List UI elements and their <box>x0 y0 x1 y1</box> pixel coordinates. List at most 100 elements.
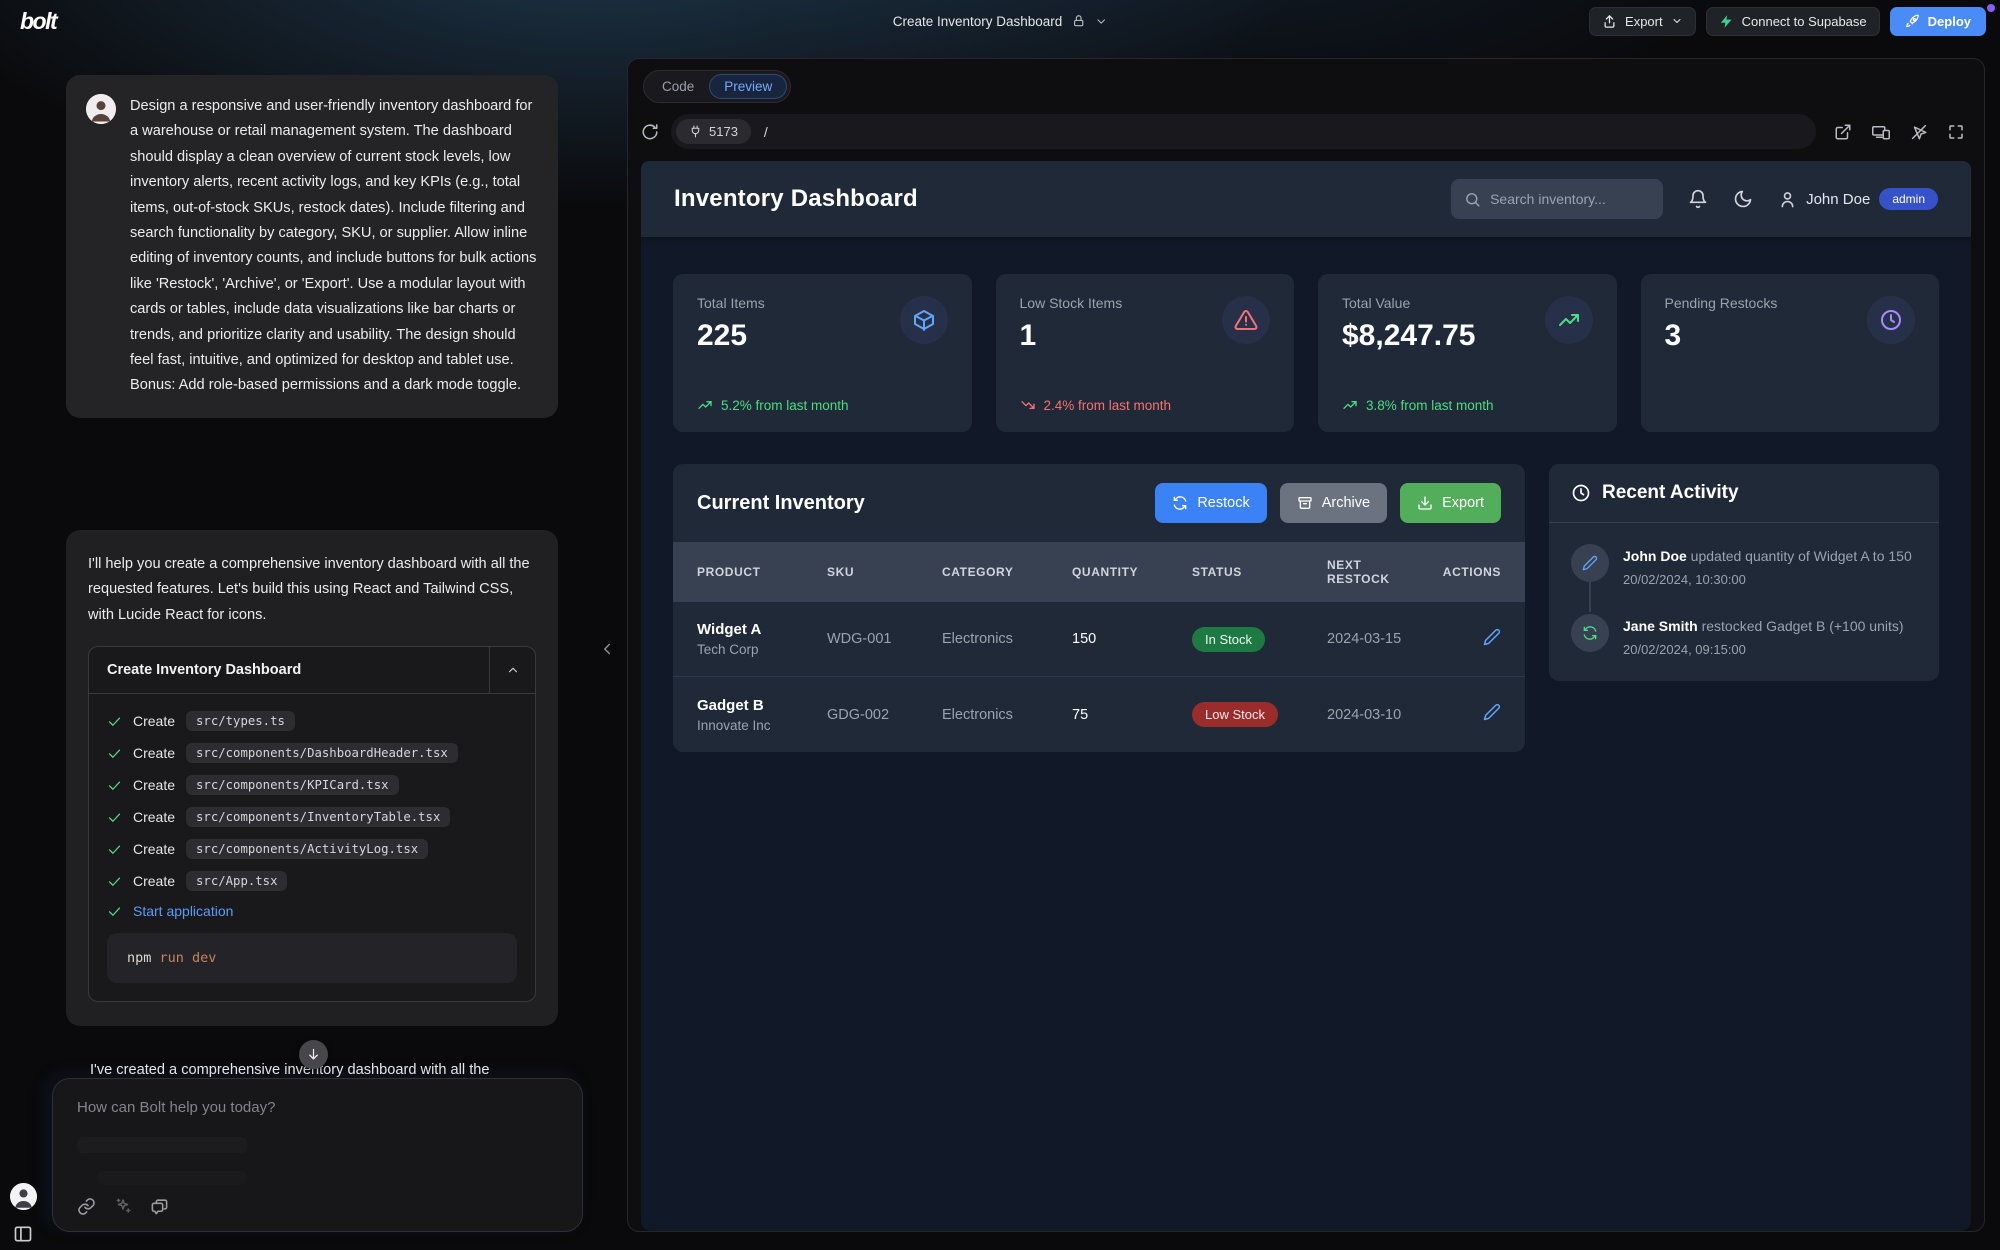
file-chip[interactable]: src/components/InventoryTable.tsx <box>186 807 450 827</box>
pencil-icon <box>1571 544 1609 582</box>
scroll-to-bottom-button[interactable] <box>299 1040 328 1069</box>
link-icon[interactable] <box>77 1197 96 1216</box>
inventory-row: Widget A Tech Corp WDG-001 Electronics 1… <box>673 602 1525 677</box>
supabase-bolt-icon <box>1719 14 1734 29</box>
assistant-message-card: I'll help you create a comprehensive inv… <box>66 530 558 1026</box>
file-create-row: Create src/types.ts <box>107 711 517 731</box>
edit-pencil-icon[interactable] <box>1483 703 1501 721</box>
trend-up-icon <box>1342 397 1358 413</box>
bolt-logo[interactable]: bolt <box>20 8 56 35</box>
file-chip[interactable]: src/types.ts <box>186 711 295 731</box>
url-input[interactable]: 5173 / <box>671 114 1816 149</box>
timeline-connector <box>1589 582 1591 612</box>
clock-icon <box>1867 296 1915 344</box>
file-chip[interactable]: src/App.tsx <box>186 871 287 891</box>
file-chip[interactable]: src/components/DashboardHeader.tsx <box>186 743 458 763</box>
devices-icon[interactable] <box>1871 123 1891 141</box>
file-create-row: Create src/components/InventoryTable.tsx <box>107 807 517 827</box>
chevron-down-icon <box>1671 15 1683 27</box>
reload-icon[interactable] <box>641 123 659 141</box>
collapse-panel-chevron[interactable] <box>598 640 616 658</box>
recent-activity-card: Recent Activity John Doe updated quantit… <box>1549 464 1939 681</box>
chat-input-box[interactable] <box>52 1078 583 1232</box>
connect-supabase-button[interactable]: Connect to Supabase <box>1706 7 1880 36</box>
quantity-value[interactable]: 75 <box>1072 707 1192 723</box>
inventory-table-header: Product SKU Category Quantity Status Nex… <box>673 542 1525 602</box>
search-input[interactable] <box>1490 191 1640 207</box>
inventory-search[interactable] <box>1451 179 1663 219</box>
user-menu[interactable]: John Doe admin <box>1778 188 1938 210</box>
sidebar-toggle-icon[interactable] <box>13 1224 33 1244</box>
refresh-icon <box>1172 495 1188 511</box>
clock-icon <box>1571 483 1591 503</box>
top-bar: bolt Create Inventory Dashboard Export C… <box>0 0 2000 42</box>
open-external-icon[interactable] <box>1834 123 1852 141</box>
arrow-down-icon <box>306 1047 321 1062</box>
deploy-button[interactable]: Deploy <box>1890 7 1986 36</box>
ghost-text <box>97 1171 247 1185</box>
inventory-row: Gadget B Innovate Inc GDG-002 Electronic… <box>673 677 1525 752</box>
check-icon <box>107 746 122 761</box>
inventory-title: Current Inventory <box>697 492 865 515</box>
build-actions-title: Create Inventory Dashboard <box>89 647 489 693</box>
project-title: Create Inventory Dashboard <box>893 14 1063 29</box>
user-message-card: Design a responsive and user-friendly in… <box>66 75 558 418</box>
fullscreen-icon[interactable] <box>1947 123 1965 141</box>
start-application-link[interactable]: Start application <box>107 903 517 919</box>
chat-input[interactable] <box>77 1099 547 1116</box>
assistant-intro-text: I'll help you create a comprehensive inv… <box>88 552 536 628</box>
role-badge: admin <box>1879 188 1938 210</box>
kpi-card-pending-restocks: Pending Restocks 3 <box>1641 274 1940 432</box>
project-title-menu[interactable]: Create Inventory Dashboard <box>893 0 1108 42</box>
workbench-panel: Code Preview 5173 / Inventory Dashboard <box>627 58 1985 1232</box>
url-path: / <box>764 124 768 140</box>
file-chip[interactable]: src/components/ActivityLog.tsx <box>186 839 428 859</box>
chat-bubbles-icon[interactable] <box>150 1197 169 1216</box>
file-chip[interactable]: src/components/KPICard.tsx <box>186 775 399 795</box>
collapse-actions-button[interactable] <box>489 647 535 693</box>
account-avatar[interactable] <box>10 1183 37 1210</box>
alert-triangle-icon <box>1222 296 1270 344</box>
check-icon <box>107 904 122 919</box>
package-icon <box>900 296 948 344</box>
trending-up-icon <box>1545 296 1593 344</box>
inspector-cursor-icon[interactable] <box>1910 123 1928 141</box>
lock-icon <box>1071 14 1085 28</box>
check-icon <box>107 810 122 825</box>
dark-mode-toggle-icon[interactable] <box>1733 189 1753 209</box>
archive-button[interactable]: Archive <box>1280 483 1387 523</box>
check-icon <box>107 842 122 857</box>
restock-button[interactable]: Restock <box>1155 483 1266 523</box>
dashboard-title: Inventory Dashboard <box>674 185 918 213</box>
kpi-card-total-value: Total Value $8,247.75 3.8% from last mon… <box>1318 274 1617 432</box>
edit-pencil-icon[interactable] <box>1483 628 1501 646</box>
refresh-icon <box>1571 614 1609 652</box>
browser-bar: 5173 / <box>641 114 1971 149</box>
download-icon <box>1417 495 1433 511</box>
tab-preview[interactable]: Preview <box>709 74 787 99</box>
file-create-row: Create src/components/DashboardHeader.ts… <box>107 743 517 763</box>
activity-item: John Doe updated quantity of Widget A to… <box>1571 544 1917 587</box>
activity-item: Jane Smith restocked Gadget B (+100 unit… <box>1571 614 1917 657</box>
port-chip[interactable]: 5173 <box>676 119 751 144</box>
activity-title: Recent Activity <box>1602 482 1739 504</box>
terminal-command: npm run dev <box>107 933 517 983</box>
status-badge: Low Stock <box>1192 702 1278 727</box>
plug-icon <box>689 125 702 138</box>
dashboard-header: Inventory Dashboard John Doe admin <box>641 161 1971 237</box>
app-preview: Inventory Dashboard John Doe admin Total <box>641 161 1971 1231</box>
bell-icon[interactable] <box>1688 189 1708 209</box>
quantity-value[interactable]: 150 <box>1072 631 1192 647</box>
check-icon <box>107 874 122 889</box>
sparkles-icon[interactable] <box>114 1197 132 1216</box>
export-csv-button[interactable]: Export <box>1400 483 1501 523</box>
kpi-card-low-stock: Low Stock Items 1 2.4% from last month <box>996 274 1295 432</box>
ghost-text <box>77 1137 247 1153</box>
export-button[interactable]: Export <box>1589 7 1696 36</box>
archive-icon <box>1297 495 1313 511</box>
user-name: John Doe <box>1806 191 1870 208</box>
kpi-card-total-items: Total Items 225 5.2% from last month <box>673 274 972 432</box>
tab-code[interactable]: Code <box>647 74 709 99</box>
kpi-row: Total Items 225 5.2% from last month Low… <box>673 274 1939 432</box>
user-message-text: Design a responsive and user-friendly in… <box>130 94 538 399</box>
